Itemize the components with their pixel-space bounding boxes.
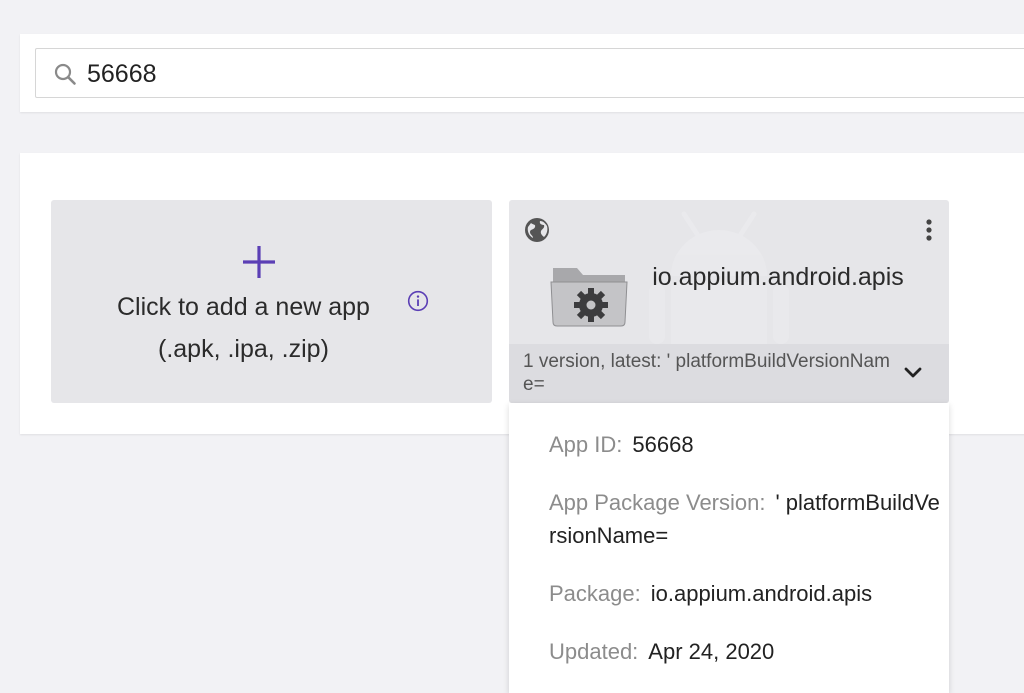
- detail-value: 56668: [632, 432, 694, 457]
- version-summary: 1 version, latest: ' platformBuildVersio…: [523, 351, 890, 395]
- detail-label: App Package Version:: [549, 490, 766, 515]
- app-name: io.appium.android.apis: [652, 263, 904, 291]
- detail-label: App ID:: [549, 432, 623, 457]
- add-app-tile[interactable]: Click to add a new app (.apk, .ipa, .zip…: [51, 200, 492, 403]
- detail-value: io.appium.android.apis: [650, 581, 873, 606]
- plus-icon: [243, 246, 275, 278]
- detail-label: Updated:: [549, 639, 639, 664]
- search-box[interactable]: [35, 48, 1024, 98]
- kebab-menu-icon[interactable]: [919, 216, 939, 244]
- globe-icon: [525, 218, 549, 242]
- app-tile[interactable]: io.appium.android.apis 1 version, latest…: [509, 200, 949, 403]
- detail-row-updated: Updated: Apr 24, 2020: [549, 635, 941, 668]
- add-app-file-types: (.apk, .ipa, .zip): [158, 335, 329, 363]
- chevron-down-icon[interactable]: [901, 360, 925, 384]
- search-card: [20, 34, 1024, 112]
- version-toggle[interactable]: 1 version, latest: ' platformBuildVersio…: [509, 344, 949, 403]
- detail-row-app-id: App ID: 56668: [549, 428, 941, 461]
- detail-row-package-version: App Package Version: ' platformBuildVersi…: [549, 486, 941, 552]
- search-icon: [54, 63, 76, 85]
- detail-row-package: Package: io.appium.android.apis: [549, 577, 941, 610]
- detail-label: Package:: [549, 581, 641, 606]
- info-icon[interactable]: [407, 290, 429, 312]
- folder-gear-icon: [550, 268, 628, 327]
- app-details-panel: App ID: 56668 App Package Version: ' platf…: [509, 403, 949, 693]
- add-app-title: Click to add a new app: [117, 293, 370, 321]
- detail-value: Apr 24, 2020: [648, 639, 775, 664]
- search-input[interactable]: [87, 57, 987, 91]
